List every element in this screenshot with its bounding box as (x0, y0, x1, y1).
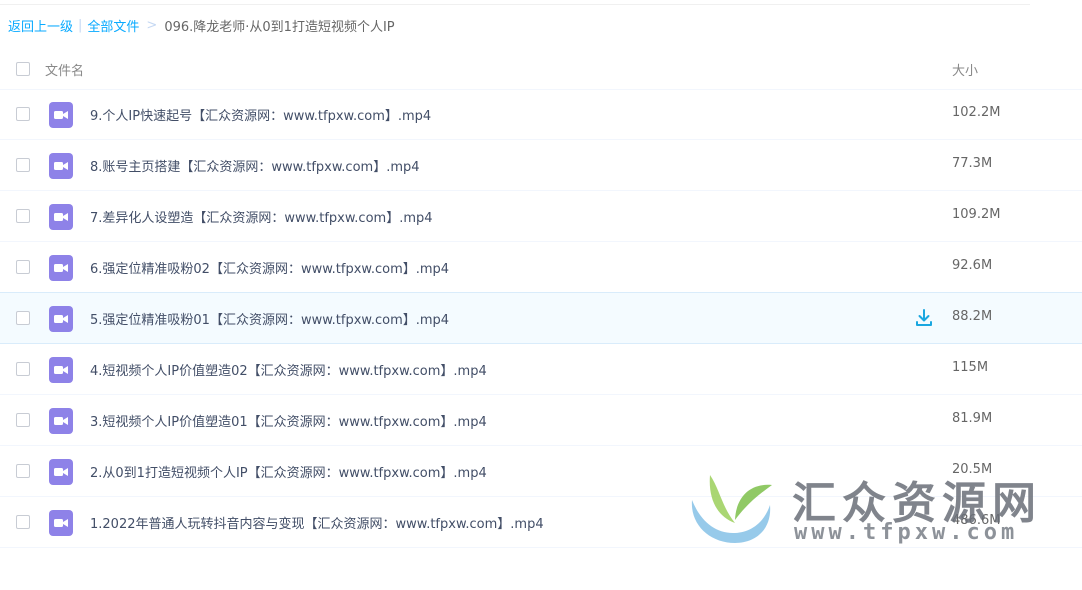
file-browser: 返回上一级 | 全部文件 > 096.降龙老师·从0到1打造短视频个人IP 文件… (0, 0, 1082, 590)
file-name[interactable]: 8.账号主页搭建【汇众资源网：www.tfpxw.com】.mp4 (90, 156, 420, 175)
file-row[interactable]: 4.短视频个人IP价值塑造02【汇众资源网：www.tfpxw.com】.mp4… (0, 344, 1082, 395)
file-name[interactable]: 2.从0到1打造短视频个人IP【汇众资源网：www.tfpxw.com】.mp4 (90, 462, 487, 481)
file-row[interactable]: 1.2022年普通人玩转抖音内容与变现【汇众资源网：www.tfpxw.com】… (0, 497, 1082, 548)
row-checkbox[interactable] (16, 515, 30, 529)
top-divider (0, 4, 1030, 5)
back-link[interactable]: 返回上一级 (8, 16, 73, 35)
column-header-size[interactable]: 大小 (952, 60, 978, 79)
file-name[interactable]: 6.强定位精准吸粉02【汇众资源网：www.tfpxw.com】.mp4 (90, 258, 449, 277)
row-checkbox[interactable] (16, 107, 30, 121)
video-file-icon (49, 408, 73, 434)
select-all-checkbox[interactable] (16, 62, 30, 76)
table-header: 文件名 大小 (0, 50, 1082, 90)
all-files-link[interactable]: 全部文件 (87, 16, 139, 35)
file-row[interactable]: 3.短视频个人IP价值塑造01【汇众资源网：www.tfpxw.com】.mp4… (0, 395, 1082, 446)
file-size: 92.6M (952, 258, 993, 273)
video-file-icon (49, 153, 73, 179)
file-size: 102.2M (952, 105, 1001, 120)
column-header-name[interactable]: 文件名 (45, 60, 84, 79)
file-size: 115M (952, 360, 989, 375)
file-size: 20.5M (952, 462, 993, 477)
row-checkbox[interactable] (16, 464, 30, 478)
file-name[interactable]: 1.2022年普通人玩转抖音内容与变现【汇众资源网：www.tfpxw.com】… (90, 513, 544, 532)
file-name[interactable]: 9.个人IP快速起号【汇众资源网：www.tfpxw.com】.mp4 (90, 105, 431, 124)
file-name[interactable]: 4.短视频个人IP价值塑造02【汇众资源网：www.tfpxw.com】.mp4 (90, 360, 487, 379)
current-folder: 096.降龙老师·从0到1打造短视频个人IP (164, 19, 395, 35)
file-size: 88.2M (952, 309, 993, 324)
file-row[interactable]: 8.账号主页搭建【汇众资源网：www.tfpxw.com】.mp4 77.3M (0, 140, 1082, 191)
breadcrumb: 返回上一级 | 全部文件 > 096.降龙老师·从0到1打造短视频个人IP (8, 15, 395, 35)
row-checkbox[interactable] (16, 158, 30, 172)
file-row[interactable]: 7.差异化人设塑造【汇众资源网：www.tfpxw.com】.mp4 109.2M (0, 191, 1082, 242)
file-row[interactable]: 2.从0到1打造短视频个人IP【汇众资源网：www.tfpxw.com】.mp4… (0, 446, 1082, 497)
row-checkbox[interactable] (16, 209, 30, 223)
file-size: 109.2M (952, 207, 1001, 222)
video-file-icon (49, 255, 73, 281)
video-file-icon (49, 459, 73, 485)
file-row[interactable]: 9.个人IP快速起号【汇众资源网：www.tfpxw.com】.mp4 102.2… (0, 89, 1082, 140)
video-file-icon (49, 102, 73, 128)
file-row[interactable]: 5.强定位精准吸粉01【汇众资源网：www.tfpxw.com】.mp4 88.2… (0, 292, 1082, 344)
video-file-icon (49, 306, 73, 332)
file-name[interactable]: 5.强定位精准吸粉01【汇众资源网：www.tfpxw.com】.mp4 (90, 309, 449, 328)
file-size: 77.3M (952, 156, 993, 171)
row-checkbox[interactable] (16, 311, 30, 325)
video-file-icon (49, 510, 73, 536)
breadcrumb-pipe: | (78, 17, 83, 33)
file-row[interactable]: 6.强定位精准吸粉02【汇众资源网：www.tfpxw.com】.mp4 92.6… (0, 242, 1082, 293)
video-file-icon (49, 357, 73, 383)
file-name[interactable]: 7.差异化人设塑造【汇众资源网：www.tfpxw.com】.mp4 (90, 207, 433, 226)
row-checkbox[interactable] (16, 260, 30, 274)
video-file-icon (49, 204, 73, 230)
file-list: 9.个人IP快速起号【汇众资源网：www.tfpxw.com】.mp4 102.2… (0, 89, 1082, 548)
row-checkbox[interactable] (16, 362, 30, 376)
row-checkbox[interactable] (16, 413, 30, 427)
breadcrumb-separator: > (146, 17, 158, 33)
file-size: 81.9M (952, 411, 993, 426)
file-size: 486.6M (952, 513, 1001, 528)
download-icon[interactable] (914, 308, 934, 328)
file-name[interactable]: 3.短视频个人IP价值塑造01【汇众资源网：www.tfpxw.com】.mp4 (90, 411, 487, 430)
